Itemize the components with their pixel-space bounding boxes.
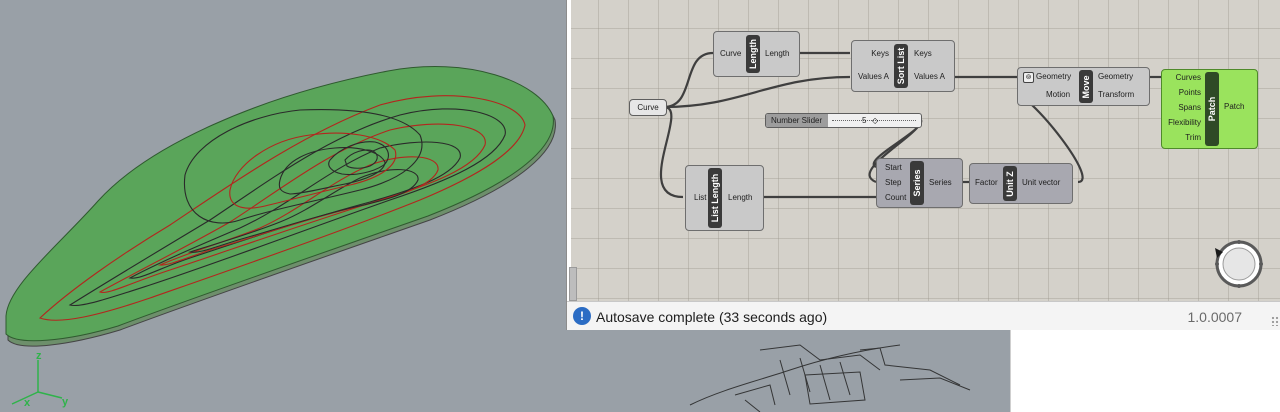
move-geometry-icon: ⊚ — [1023, 72, 1034, 83]
grasshopper-canvas[interactable]: Curve Curve Length Length Keys Values A … — [571, 0, 1280, 301]
sort-list-title: Sort List — [894, 44, 908, 88]
move-title: Move — [1079, 70, 1093, 103]
number-slider-label: Number Slider — [771, 116, 823, 125]
length-input-curve: Curve — [720, 49, 742, 58]
patch-title: Patch — [1205, 72, 1219, 146]
number-slider-value: 5 — [862, 116, 867, 125]
background-sketch — [689, 344, 971, 412]
series-component[interactable]: Start Step Count Series Series — [876, 158, 963, 208]
wire-curve-values — [663, 75, 851, 109]
length-output: Length — [765, 49, 790, 58]
patch-input-spans: Spans — [1178, 103, 1201, 112]
patch-input-curves: Curves — [1175, 73, 1201, 82]
sort-list-input-keys: Keys — [871, 49, 889, 58]
number-slider[interactable]: Number Slider 5 ◇ — [765, 113, 922, 128]
sort-list-output-values: Values A — [914, 72, 945, 81]
info-icon[interactable]: ! — [573, 307, 591, 325]
patch-component[interactable]: Curves Points Spans Flexibility Trim Pat… — [1161, 69, 1258, 149]
sort-list-output-keys: Keys — [914, 49, 932, 58]
sort-list-input-values: Values A — [858, 72, 889, 81]
status-message: Autosave complete (33 seconds ago) — [596, 309, 828, 325]
list-length-input: List — [694, 193, 707, 202]
sort-list-component[interactable]: Keys Values A Sort List Keys Values A — [851, 40, 955, 92]
slider-handle-icon[interactable]: ◇ — [872, 116, 878, 125]
terrain-surface — [5, 66, 554, 342]
unit-z-input-factor: Factor — [975, 178, 998, 187]
resize-grip-icon[interactable] — [1271, 316, 1279, 326]
wire-curve-listlength — [659, 105, 684, 199]
length-component[interactable]: Curve Length Length — [713, 31, 800, 77]
version-label: 1.0.0007 — [1187, 309, 1243, 325]
move-input-motion: Motion — [1046, 90, 1071, 99]
list-length-output: Length — [728, 193, 753, 202]
curve-param[interactable]: Curve — [629, 99, 667, 116]
unit-z-output: Unit vector — [1022, 178, 1061, 187]
wire-curve-length — [663, 51, 714, 109]
curve-param-label: Curve — [637, 103, 659, 112]
move-output-transform: Transform — [1098, 90, 1135, 99]
series-input-start: Start — [885, 163, 902, 172]
axis-label-y: y — [62, 396, 69, 408]
unit-z-component[interactable]: Factor Unit Z Unit vector — [969, 163, 1073, 204]
status-bar: ! Autosave complete (33 seconds ago) 1.0… — [567, 301, 1280, 330]
patch-input-trim: Trim — [1185, 133, 1201, 142]
axis-gizmo — [11, 360, 63, 405]
series-input-count: Count — [885, 193, 907, 202]
patch-input-points: Points — [1178, 88, 1201, 97]
series-output: Series — [929, 178, 952, 187]
move-component[interactable]: ⊚ Geometry Motion Move Geometry Transfor… — [1017, 67, 1150, 106]
move-input-geometry: Geometry — [1036, 72, 1072, 81]
series-title: Series — [910, 161, 924, 205]
navigation-compass-icon[interactable] — [1201, 228, 1271, 298]
series-input-step: Step — [885, 178, 902, 187]
length-title: Length — [746, 35, 760, 73]
move-output-geometry: Geometry — [1098, 72, 1134, 81]
patch-output: Patch — [1224, 102, 1245, 111]
patch-input-flexibility: Flexibility — [1168, 118, 1201, 127]
grasshopper-window: Curve Curve Length Length Keys Values A … — [566, 0, 1280, 330]
axis-label-z: z — [36, 350, 42, 362]
list-length-title: List Length — [708, 168, 722, 228]
list-length-component[interactable]: List List Length Length — [685, 165, 764, 231]
properties-panel — [1010, 328, 1280, 412]
unit-z-title: Unit Z — [1003, 166, 1017, 201]
axis-label-x: x — [24, 397, 31, 409]
vertical-scrollbar[interactable] — [569, 267, 577, 301]
